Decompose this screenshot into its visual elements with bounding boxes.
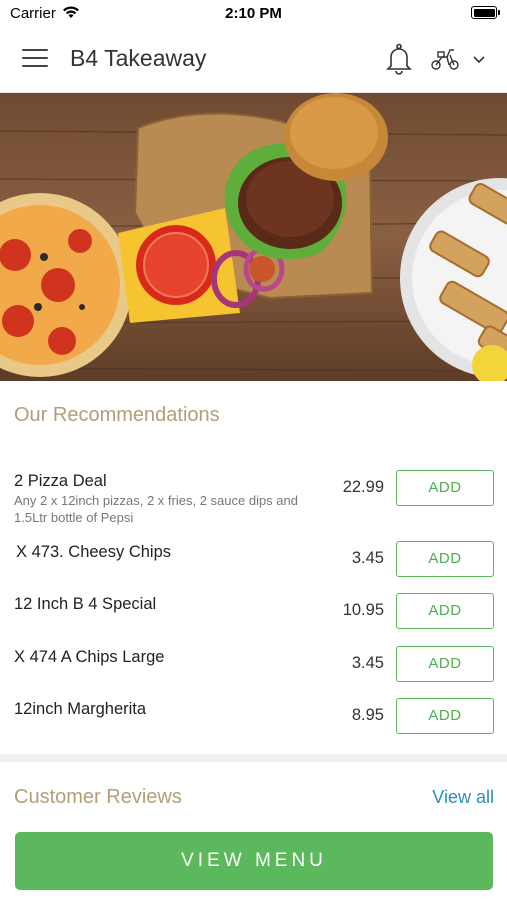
recommendations-title: Our Recommendations [14, 404, 220, 426]
chevron-down-icon[interactable] [472, 52, 486, 70]
item-name: 12inch Margherita [14, 700, 147, 718]
add-button[interactable]: ADD [396, 698, 494, 734]
bell-icon[interactable] [386, 43, 412, 80]
add-button[interactable]: ADD [396, 541, 494, 577]
view-all-link[interactable]: View all [432, 787, 494, 808]
item-name: 2 Pizza Deal [14, 472, 107, 490]
add-button[interactable]: ADD [396, 593, 494, 629]
item-name: X 473. Cheesy Chips [16, 543, 172, 561]
add-button[interactable]: ADD [396, 646, 494, 682]
item-name: X 474 A Chips Large [14, 648, 165, 666]
add-button[interactable]: ADD [396, 470, 494, 506]
view-menu-button[interactable]: VIEW MENU [15, 832, 493, 890]
status-time: 2:10 PM [225, 5, 282, 22]
item-description: Any 2 x 12inch pizzas, 2 x fries, 2 sauc… [14, 493, 298, 525]
scooter-icon[interactable] [430, 47, 460, 76]
nav-bar: B4 Takeaway [0, 28, 507, 93]
item-price: 22.99 [342, 478, 384, 496]
hero-food-image [0, 93, 507, 381]
section-divider [0, 754, 507, 762]
status-bar: Carrier 2:10 PM [0, 0, 507, 28]
battery-icon [471, 6, 500, 19]
menu-icon[interactable] [22, 49, 48, 69]
item-price: 10.95 [342, 601, 384, 619]
item-price: 3.45 [351, 654, 384, 672]
item-name: 12 Inch B 4 Special [14, 595, 157, 613]
item-price: 8.95 [351, 706, 384, 724]
item-price: 3.45 [351, 549, 384, 567]
app-title: B4 Takeaway [70, 45, 207, 71]
reviews-title: Customer Reviews [14, 786, 182, 808]
